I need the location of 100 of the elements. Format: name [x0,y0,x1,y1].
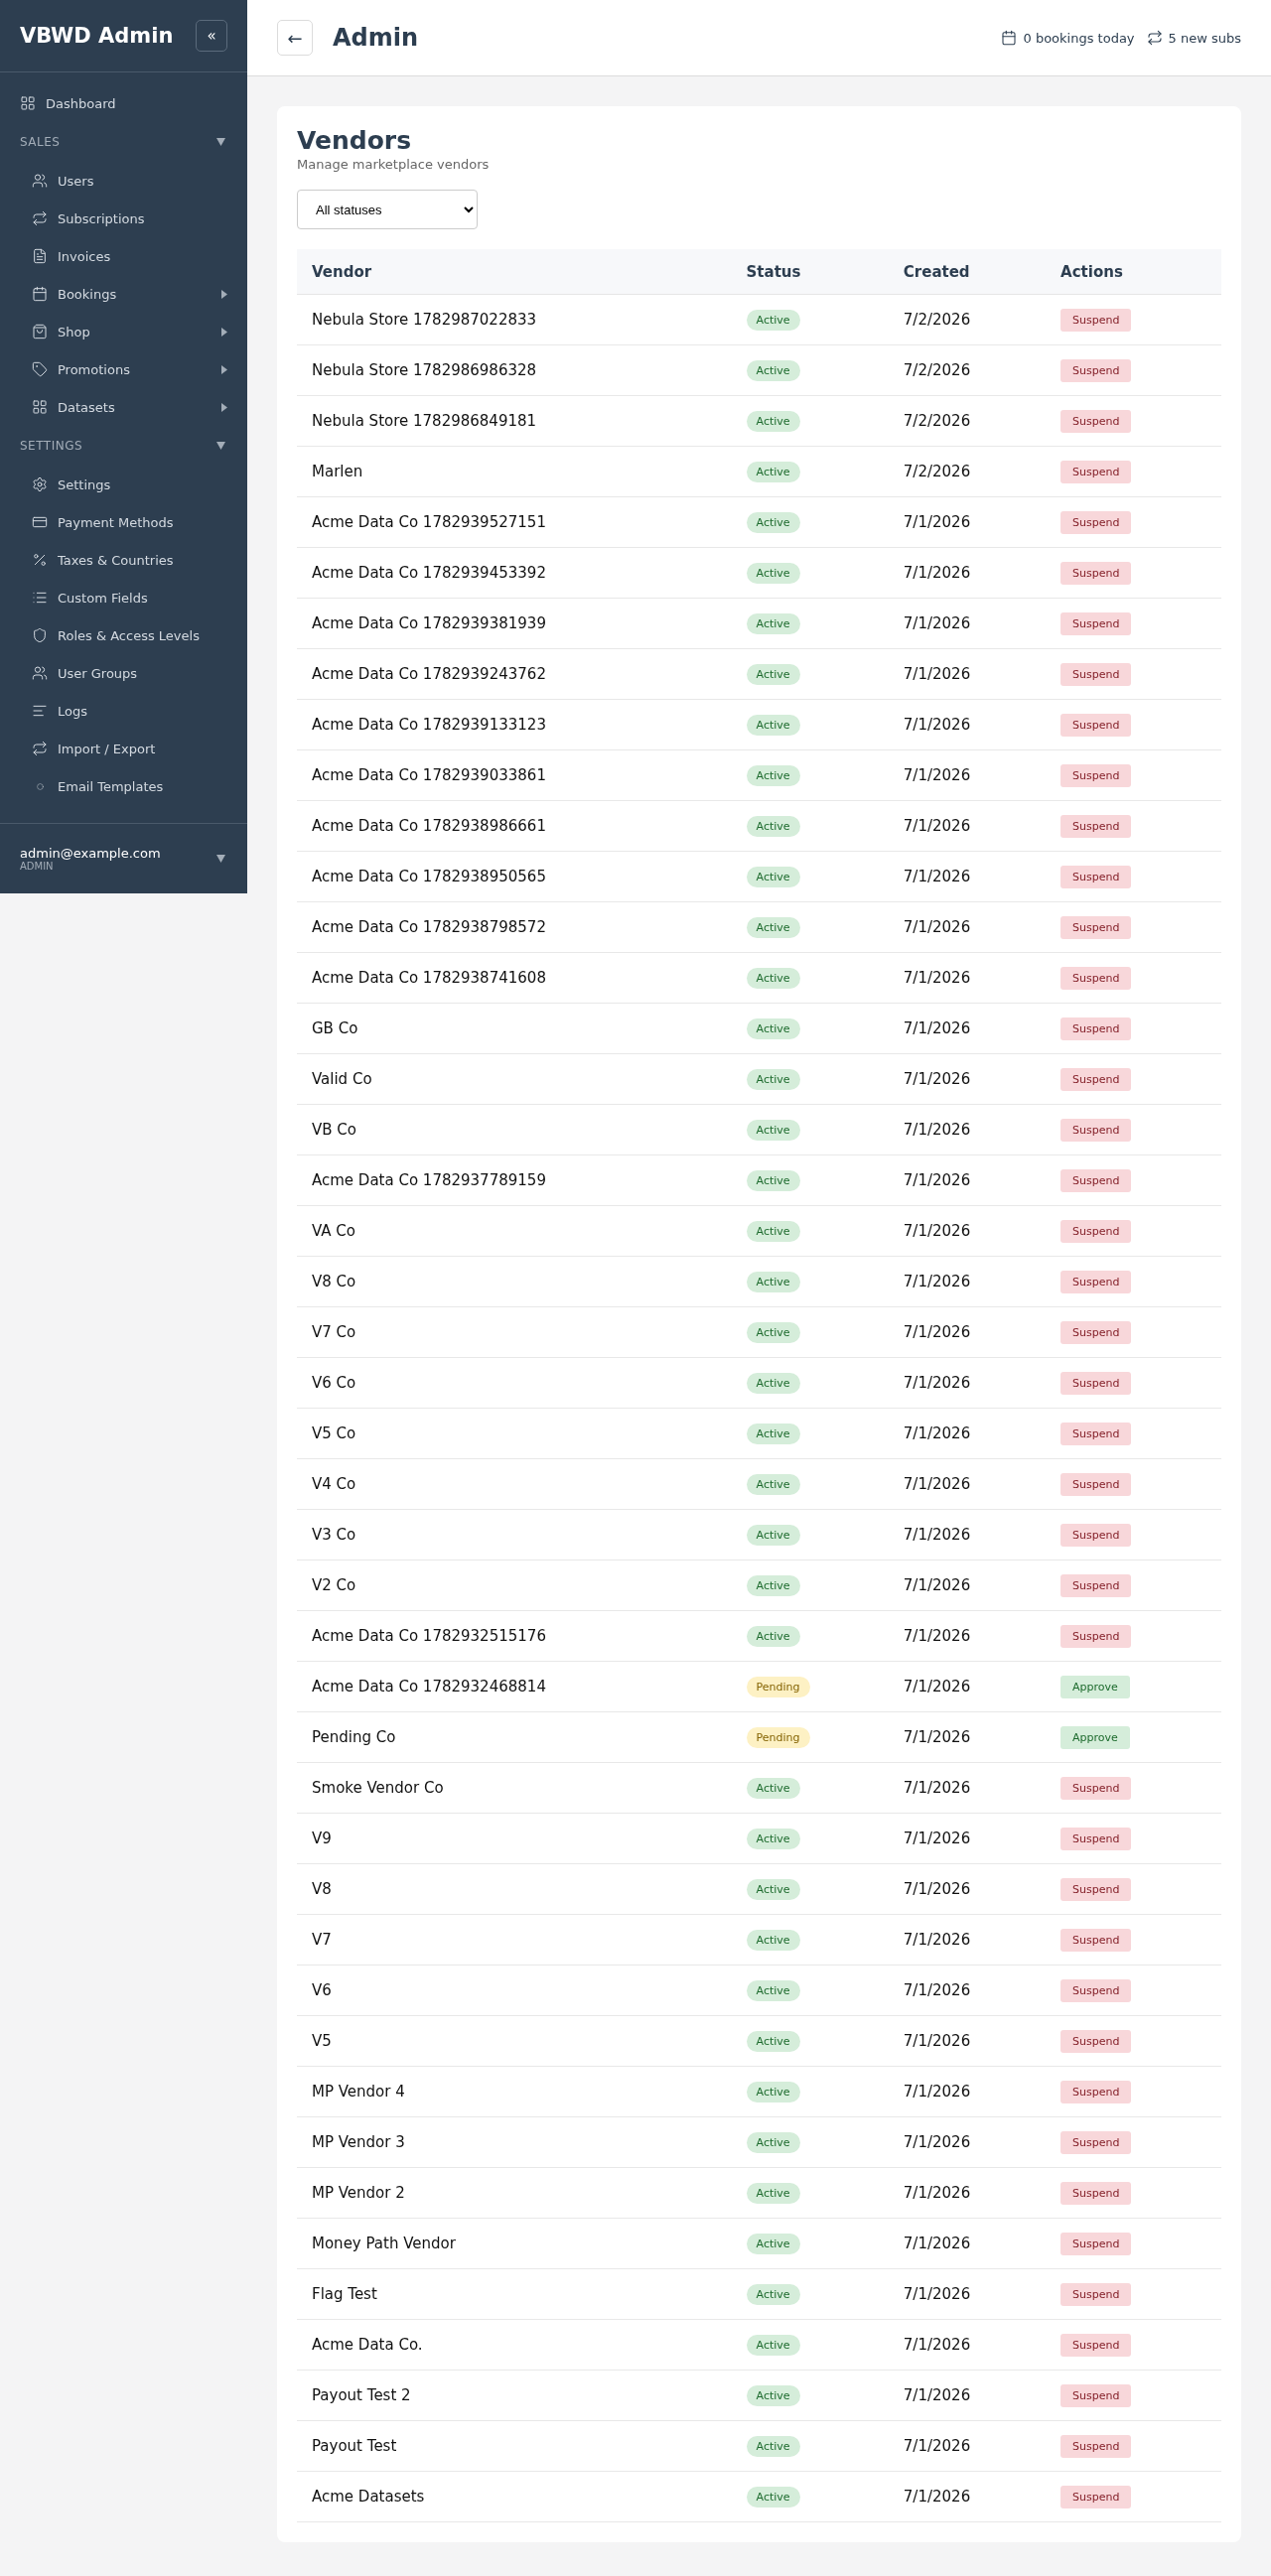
action-button[interactable]: Suspend [1060,713,1132,737]
collapse-button[interactable]: « [196,20,227,52]
table-cell: Payout Test [297,2420,732,2472]
sidebar-item[interactable]: Invoices [0,237,247,275]
action-button[interactable]: Suspend [1060,2232,1132,2255]
table-cell: 7/1/2026 [888,1914,1047,1966]
action-button[interactable]: Suspend [1060,2333,1132,2357]
table-cell: V8 Co [297,1256,732,1307]
action-button[interactable]: Suspend [1060,1219,1132,1243]
action-button[interactable]: Suspend [1060,2181,1132,2205]
sidebar-item[interactable]: Taxes & Countries [0,541,247,579]
action-button[interactable]: Suspend [1060,1168,1132,1192]
sidebar-item[interactable]: Promotions [0,350,247,388]
sidebar-item[interactable]: Email Templates [0,767,247,805]
action-button[interactable]: Suspend [1060,1067,1132,1091]
table-cell: 7/1/2026 [888,1205,1047,1257]
action-button[interactable]: Suspend [1060,662,1132,686]
table-cell: 7/2/2026 [888,446,1047,497]
section-header[interactable]: SETTINGS [0,426,247,466]
action-button[interactable]: Suspend [1060,2080,1132,2103]
table-cell: V7 Co [297,1306,732,1358]
action-button[interactable]: Suspend [1060,409,1132,433]
sidebar-item[interactable]: Settings [0,466,247,503]
sidebar-item[interactable]: Roles & Access Levels [0,616,247,654]
action-button[interactable]: Suspend [1060,2130,1132,2154]
action-button[interactable]: Suspend [1060,2029,1132,2053]
status-badge: Active [746,764,800,786]
action-button[interactable]: Suspend [1060,1017,1132,1040]
action-button[interactable]: Suspend [1060,1624,1132,1648]
status-filter[interactable]: All statuses [297,190,478,229]
action-button[interactable]: Suspend [1060,358,1132,382]
action-button[interactable]: Suspend [1060,2485,1132,2508]
action-button[interactable]: Suspend [1060,1877,1132,1901]
back-button[interactable]: ← [277,20,313,56]
table-cell: Acme Data Co 1782939381939 [297,598,732,649]
stat-text: 5 new subs [1168,30,1241,46]
action-button[interactable]: Suspend [1060,1472,1132,1496]
action-button[interactable]: Suspend [1060,1118,1132,1142]
sidebar-item[interactable]: Users [0,162,247,200]
action-button[interactable]: Suspend [1060,966,1132,990]
sidebar-item[interactable]: Payment Methods [0,503,247,541]
action-button[interactable]: Approve [1060,1675,1130,1698]
action-button[interactable]: Suspend [1060,510,1132,534]
action-button[interactable]: Suspend [1060,611,1132,635]
action-button[interactable]: Suspend [1060,1270,1132,1293]
action-button[interactable]: Suspend [1060,2282,1132,2306]
action-button[interactable]: Suspend [1060,2434,1132,2458]
status-badge: Active [746,1321,800,1343]
action-button[interactable]: Suspend [1060,1978,1132,2002]
action-button[interactable]: Suspend [1060,308,1132,332]
action-button[interactable]: Suspend [1060,1827,1132,1850]
tag-icon [32,361,48,377]
status-badge: Pending [746,1676,810,1697]
action-button[interactable]: Suspend [1060,1776,1132,1800]
table-cell: 7/1/2026 [888,2066,1047,2117]
table-cell: 7/1/2026 [888,2268,1047,2320]
action-button[interactable]: Suspend [1060,1573,1132,1597]
table-cell: Money Path Vendor [297,2218,732,2269]
status-badge: Active [746,1777,800,1799]
caret-icon [221,327,227,337]
status-badge: Active [746,1068,800,1090]
lines-icon [32,703,48,719]
sidebar-item[interactable]: Subscriptions [0,200,247,237]
action-button[interactable]: Suspend [1060,814,1132,838]
action-button[interactable]: Suspend [1060,561,1132,585]
action-button[interactable]: Suspend [1060,1422,1132,1445]
table-cell: Nebula Store 1782986849181 [297,395,732,447]
table-cell: 7/2/2026 [888,395,1047,447]
action-button[interactable]: Suspend [1060,1523,1132,1547]
table-cell: GB Co [297,1003,732,1054]
sidebar-item[interactable]: Dashboard [0,84,247,122]
sidebar-item[interactable]: Import / Export [0,730,247,767]
sidebar-item[interactable]: Custom Fields [0,579,247,616]
action-button[interactable]: Suspend [1060,1320,1132,1344]
action-button[interactable]: Suspend [1060,2383,1132,2407]
status-badge: Active [746,1119,800,1141]
table-cell: 7/1/2026 [888,2116,1047,2168]
bag-icon [32,324,48,339]
sidebar-item[interactable]: Shop [0,313,247,350]
action-button[interactable]: Suspend [1060,865,1132,888]
sidebar-item[interactable]: Bookings [0,275,247,313]
table-cell: V3 Co [297,1509,732,1560]
sidebar-item[interactable]: Logs [0,692,247,730]
user-menu[interactable]: admin@example.com ADMIN [0,823,247,893]
table-cell: Pending Co [297,1711,732,1763]
status-badge: Active [746,1220,800,1242]
action-button[interactable]: Suspend [1060,1371,1132,1395]
status-badge: Active [746,1423,800,1444]
sidebar-item[interactable]: Datasets [0,388,247,426]
table-cell: 7/1/2026 [888,1559,1047,1611]
action-button[interactable]: Suspend [1060,460,1132,483]
action-button[interactable]: Suspend [1060,763,1132,787]
action-button[interactable]: Suspend [1060,1928,1132,1952]
grid-icon [20,95,36,111]
table-cell: Acme Data Co 1782939133123 [297,699,732,750]
sidebar-item[interactable]: User Groups [0,654,247,692]
section-header[interactable]: SALES [0,122,247,162]
action-button[interactable]: Suspend [1060,915,1132,939]
action-button[interactable]: Approve [1060,1725,1130,1749]
table-cell: Valid Co [297,1053,732,1105]
